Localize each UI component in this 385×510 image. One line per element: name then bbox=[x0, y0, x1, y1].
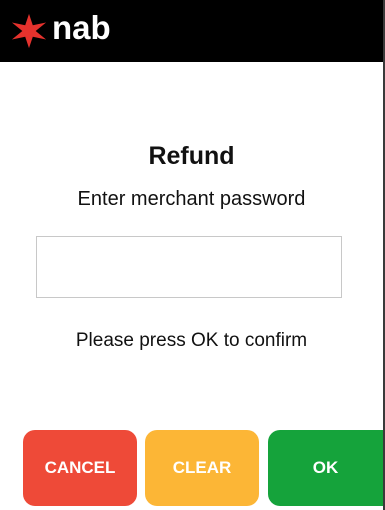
instruction-text: Enter merchant password bbox=[77, 188, 306, 210]
header-bar: nab bbox=[0, 0, 383, 62]
merchant-password-field[interactable] bbox=[36, 236, 342, 298]
clear-button[interactable]: CLEAR bbox=[145, 430, 259, 506]
cancel-button[interactable]: CANCEL bbox=[23, 430, 137, 506]
ok-button[interactable]: OK bbox=[268, 430, 383, 506]
confirm-hint: Please press OK to confirm bbox=[75, 330, 308, 351]
nab-logo-text: nab bbox=[52, 9, 111, 46]
nab-star-icon bbox=[11, 13, 47, 49]
page-title: Refund bbox=[148, 142, 235, 170]
terminal-screen: nab Refund Enter merchant password Pleas… bbox=[0, 0, 385, 510]
